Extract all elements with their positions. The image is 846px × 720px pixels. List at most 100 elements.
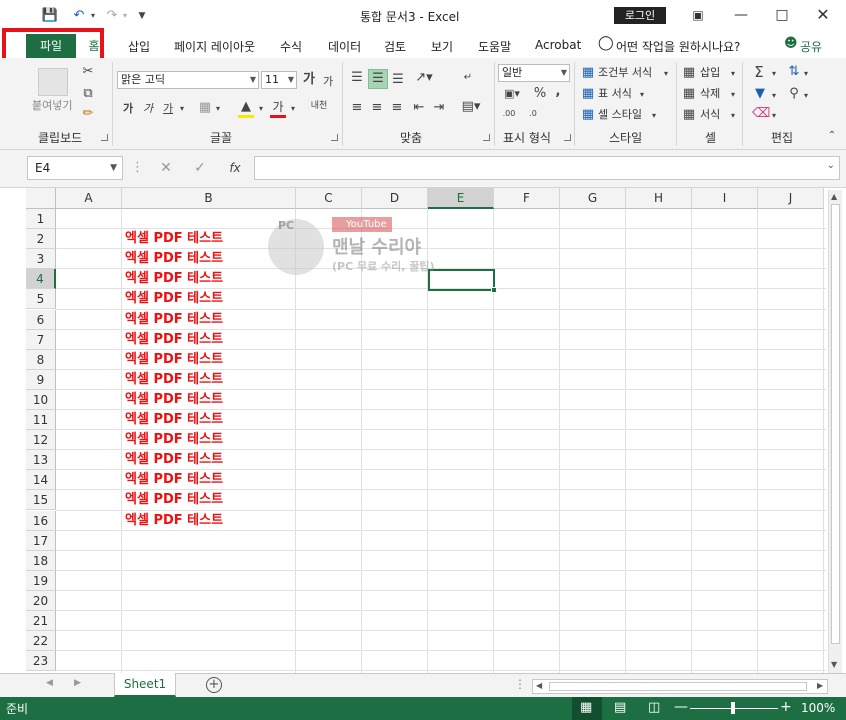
cell-b3[interactable]: 엑셀 PDF 테스트 [125,249,223,269]
cell-b9[interactable]: 엑셀 PDF 테스트 [125,370,223,390]
cell-b16[interactable]: 엑셀 PDF 테스트 [125,511,223,531]
row-header-20[interactable]: 20 [26,591,56,611]
chevron-down-icon[interactable]: ▾ [802,88,810,104]
orientation-icon[interactable]: ↗▾ [412,70,436,86]
row-header-5[interactable]: 5 [26,289,56,309]
bold-button[interactable]: 가 [121,101,135,117]
format-painter-icon[interactable]: ✏ [80,106,96,122]
column-header-j[interactable]: J [758,188,824,209]
tab-page-layout[interactable]: 페이지 레이아웃 [174,38,255,55]
close-button[interactable]: ✕ [808,4,838,26]
row-header-13[interactable]: 13 [26,450,56,470]
redo-dropdown-icon[interactable]: ▾ [120,7,130,25]
row-header-23[interactable]: 23 [26,651,56,671]
row-header-4[interactable]: 4 [26,269,56,289]
row-header-15[interactable]: 15 [26,490,56,510]
tab-help[interactable]: 도움말 [478,38,511,55]
fill-handle[interactable] [491,287,497,293]
expand-formula-icon[interactable]: ⌄ [827,160,835,171]
fill-icon[interactable]: ▼ [752,86,768,102]
chevron-down-icon[interactable]: ▾ [177,101,187,117]
chevron-down-icon[interactable]: ▾ [729,66,737,82]
accounting-format-icon[interactable]: ▣▾ [500,86,524,102]
paste-button[interactable]: 붙여넣기 [32,98,72,114]
vertical-scroll-thumb[interactable] [831,204,840,644]
chevron-down-icon[interactable]: ▾ [770,108,778,124]
copy-icon[interactable]: ⧉ [80,86,96,102]
comma-icon[interactable]: , [552,84,564,100]
page-break-view-icon[interactable]: ◫ [648,700,660,715]
zoom-in-icon[interactable]: + [780,699,792,715]
column-header-h[interactable]: H [626,188,692,209]
align-top-icon[interactable]: ☰ [348,70,366,86]
cell-b14[interactable]: 엑셀 PDF 테스트 [125,470,223,490]
tab-view[interactable]: 보기 [431,38,453,55]
conditional-format-button[interactable]: 조건부 서식 [598,65,652,81]
cell-b2[interactable]: 엑셀 PDF 테스트 [125,229,223,249]
decrease-decimal-icon[interactable]: .0 [524,106,542,122]
column-header-b[interactable]: B [122,188,296,209]
row-header-22[interactable]: 22 [26,631,56,651]
increase-decimal-icon[interactable]: .00 [500,106,518,122]
row-header-19[interactable]: 19 [26,571,56,591]
format-cells-button[interactable]: 서식 [700,107,720,123]
sort-filter-icon[interactable]: ⇅ [786,64,802,80]
cancel-formula-icon[interactable]: ✕ [158,160,174,176]
row-header-21[interactable]: 21 [26,611,56,631]
increase-font-icon[interactable]: 가 [302,72,316,88]
column-header-d[interactable]: D [362,188,428,209]
page-layout-view-icon[interactable]: ▤ [614,700,626,715]
tab-acrobat[interactable]: Acrobat [535,38,581,52]
find-icon[interactable]: ⚲ [786,86,802,102]
tab-data[interactable]: 데이터 [328,38,361,55]
row-header-9[interactable]: 9 [26,370,56,390]
delete-cells-button[interactable]: 삭제 [700,86,720,102]
cell-b5[interactable]: 엑셀 PDF 테스트 [125,289,223,309]
add-sheet-icon[interactable]: + [206,677,222,693]
cell-b7[interactable]: 엑셀 PDF 테스트 [125,330,223,350]
prev-sheet-icon[interactable]: ◀ [46,678,53,688]
cell-b6[interactable]: 엑셀 PDF 테스트 [125,310,223,330]
scroll-left-icon[interactable]: ◀ [536,681,542,690]
chevron-down-icon[interactable]: ▾ [638,87,646,103]
insert-function-icon[interactable]: fx [226,160,244,176]
row-header-2[interactable]: 2 [26,229,56,249]
number-format-combo[interactable]: 일반 ▼ [498,64,570,82]
name-box[interactable]: E4 ▼ [27,156,123,180]
font-name-combo[interactable]: 맑은 고딕 ▼ [117,71,259,89]
cell-b12[interactable]: 엑셀 PDF 테스트 [125,430,223,450]
share-button[interactable]: 공유 [800,38,822,55]
row-header-3[interactable]: 3 [26,249,56,269]
column-header-c[interactable]: C [296,188,362,209]
ribbon-display-icon[interactable]: ▣ [683,4,713,26]
select-all-corner[interactable] [26,188,56,209]
row-header-7[interactable]: 7 [26,330,56,350]
align-left-icon[interactable]: ≡ [348,100,366,116]
merge-center-icon[interactable]: ▤▾ [458,99,484,115]
redo-icon[interactable]: ↷ [102,7,122,25]
number-launcher-icon[interactable] [564,134,571,141]
vertical-scrollbar[interactable]: ▲ ▼ [828,190,842,674]
column-header-i[interactable]: I [692,188,758,209]
align-bottom-icon[interactable]: ☰ [389,72,407,88]
tab-review[interactable]: 검토 [384,38,406,55]
column-header-e[interactable]: E [428,188,494,209]
login-button[interactable]: 로그인 [614,7,666,24]
chevron-down-icon[interactable]: ▾ [662,66,670,82]
row-header-14[interactable]: 14 [26,470,56,490]
scroll-down-icon[interactable]: ▼ [831,660,837,669]
row-header-6[interactable]: 6 [26,310,56,330]
tab-formulas[interactable]: 수식 [280,38,302,55]
format-as-table-button[interactable]: 표 서식 [598,86,632,102]
font-size-combo[interactable]: 11 ▼ [261,71,297,89]
undo-dropdown-icon[interactable]: ▾ [88,7,98,25]
row-header-16[interactable]: 16 [26,511,56,531]
column-header-g[interactable]: G [560,188,626,209]
border-icon[interactable]: ▦ [197,100,213,116]
cut-icon[interactable]: ✂ [80,64,96,80]
column-header-a[interactable]: A [56,188,122,209]
italic-button[interactable]: 가 [141,101,155,117]
formula-input[interactable]: ⌄ [254,156,840,180]
zoom-slider-thumb[interactable] [731,702,735,714]
sheet-tab-sheet1[interactable]: Sheet1 [114,673,176,697]
